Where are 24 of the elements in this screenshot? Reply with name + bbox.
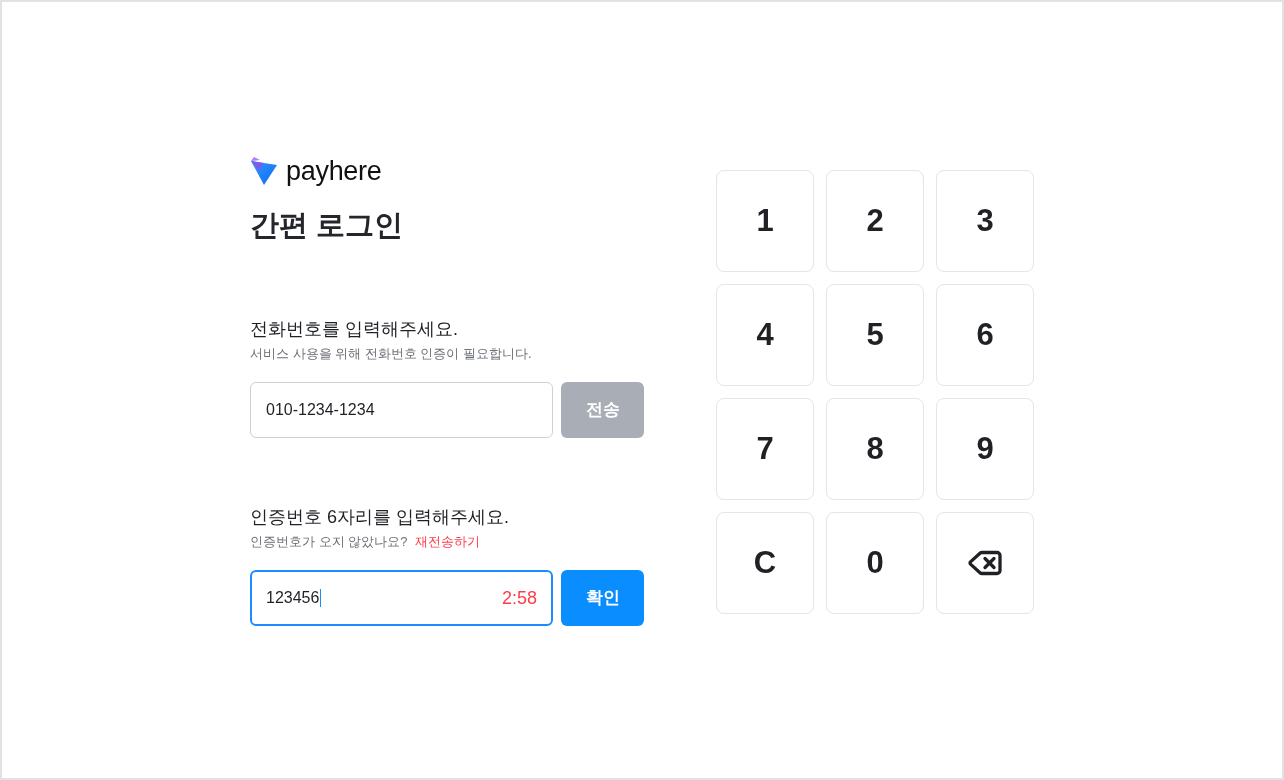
- keypad-key[interactable]: 4: [716, 284, 814, 386]
- code-field[interactable]: 123456 2:58: [250, 570, 553, 626]
- keypad-key[interactable]: 7: [716, 398, 814, 500]
- backspace-key[interactable]: [936, 512, 1034, 614]
- brand-name: payhere: [286, 156, 382, 186]
- keypad-key[interactable]: 2: [826, 170, 924, 272]
- phone-hint: 서비스 사용을 위해 전화번호 인증이 필요합니다.: [250, 345, 532, 363]
- keypad-key[interactable]: 0: [826, 512, 924, 614]
- phone-label: 전화번호를 입력해주세요.: [250, 318, 458, 341]
- keypad-key[interactable]: 1: [716, 170, 814, 272]
- clear-key[interactable]: C: [716, 512, 814, 614]
- keypad-key[interactable]: 9: [936, 398, 1034, 500]
- code-hint: 인증번호가 오지 않았나요?: [250, 533, 408, 551]
- page-title: 간편 로그인: [250, 208, 404, 243]
- keypad-key[interactable]: 6: [936, 284, 1034, 386]
- keypad-key[interactable]: 3: [936, 170, 1034, 272]
- resend-link[interactable]: 재전송하기: [415, 532, 481, 552]
- logo-mark-icon: [250, 157, 278, 185]
- phone-field[interactable]: 010-1234-1234: [250, 382, 553, 438]
- code-label: 인증번호 6자리를 입력해주세요.: [250, 506, 509, 529]
- keypad-key[interactable]: 5: [826, 284, 924, 386]
- keypad-key[interactable]: 8: [826, 398, 924, 500]
- countdown-timer: 2:58: [501, 586, 537, 610]
- text-cursor-icon: [320, 589, 322, 607]
